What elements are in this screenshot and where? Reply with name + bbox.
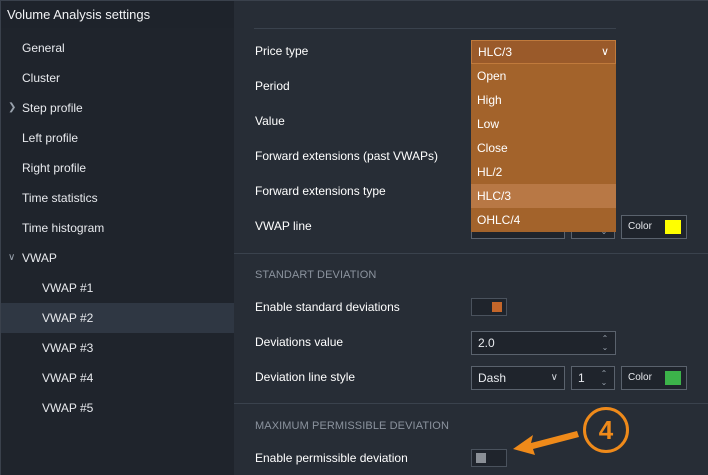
sidebar-item-label: Cluster [22,71,61,85]
price-type-label: Price type [255,44,309,58]
sidebar-item-vwap-1[interactable]: VWAP #1 [1,273,234,303]
annotation-number: 4 [583,407,629,453]
annotation-arrow-icon [513,431,579,455]
dropdown-option[interactable]: High [471,88,616,112]
title-bar: Volume Analysis settings [1,1,234,28]
forward-extensions-label: Forward extensions (past VWAPs) [255,149,438,163]
sidebar-item-label: VWAP #5 [42,401,94,415]
dropdown-option-highlighted[interactable]: HLC/3 [471,184,616,208]
chevron-down-icon: ∨ [600,46,609,58]
sidebar-item-label: VWAP #2 [42,311,94,325]
settings-window: Volume Analysis settings ✕ General Clust… [0,0,708,475]
sidebar-item-label: VWAP #4 [42,371,94,385]
dropdown-option[interactable]: OHLC/4 [471,208,616,232]
sidebar-item-vwap-4[interactable]: VWAP #4 [1,363,234,393]
dropdown-option[interactable]: Open [471,64,616,88]
enable-std-dev-label: Enable standard deviations [255,300,400,314]
forward-extensions-type-label: Forward extensions type [255,184,386,198]
spin-arrows-icon[interactable]: ⌃⌄ [598,369,610,387]
sidebar-item-vwap-3[interactable]: VWAP #3 [1,333,234,363]
sidebar-item-label: Time statistics [22,191,98,205]
color-swatch [665,220,681,234]
price-type-select[interactable]: HLC/3 ∨ [471,40,616,64]
settings-panel: Price type Period Value Forward extensio… [234,1,708,475]
sidebar-item-vwap-5[interactable]: VWAP #5 [1,393,234,423]
sidebar-item-general[interactable]: General [1,33,234,63]
sidebar-item-label: VWAP #3 [42,341,94,355]
deviation-line-style-select[interactable]: Dash ∨ [471,366,565,390]
sidebar-item-label: General [22,41,65,55]
toggle-knob [476,453,486,463]
scroll-top-strip [254,11,616,29]
enable-permissible-deviation-toggle[interactable] [471,449,507,467]
sidebar-item-cluster[interactable]: Cluster [1,63,234,93]
value-label: Value [255,114,285,128]
sidebar-item-label: Left profile [22,131,79,145]
sidebar-item-right-profile[interactable]: Right profile [1,153,234,183]
deviation-line-width-stepper[interactable]: 1 ⌃ ⌄ [571,366,615,390]
sidebar-item-time-histogram[interactable]: Time histogram [1,213,234,243]
sidebar-item-label: VWAP #1 [42,281,94,295]
deviations-value: 2.0 [478,336,495,350]
color-button-label: Color [628,221,652,232]
dropdown-option[interactable]: Low [471,112,616,136]
line-width-value: 1 [578,371,585,385]
window-title: Volume Analysis settings [7,7,151,22]
line-style-value: Dash [478,371,507,385]
deviation-line-style-label: Deviation line style [255,370,356,384]
section-divider [234,253,708,254]
price-type-dropdown-list: Open High Low Close HL/2 HLC/3 OHLC/4 [471,64,616,232]
color-swatch [665,371,681,385]
chevron-right-icon[interactable]: ❯ [8,93,16,123]
sidebar-item-step-profile[interactable]: ❯ Step profile [1,93,234,123]
enable-permissible-deviation-label: Enable permissible deviation [255,451,408,465]
section-title-max-deviation: MAXIMUM PERMISSIBLE DEVIATION [255,420,450,432]
spin-arrows-icon[interactable]: ⌃⌄ [599,334,611,352]
dropdown-option[interactable]: Close [471,136,616,160]
sidebar-item-vwap[interactable]: ∨ VWAP [1,243,234,273]
sidebar: General Cluster ❯ Step profile Left prof… [1,28,234,475]
price-type-value: HLC/3 [478,45,513,59]
deviation-color-button[interactable]: Color [621,366,687,390]
sidebar-item-time-statistics[interactable]: Time statistics [1,183,234,213]
deviations-value-label: Deviations value [255,335,344,349]
sidebar-item-vwap-2[interactable]: VWAP #2 [1,303,234,333]
sidebar-item-label: VWAP [22,251,57,265]
vwap-line-color-button[interactable]: Color [621,215,687,239]
sidebar-item-label: Right profile [22,161,87,175]
vwap-line-label: VWAP line [255,219,312,233]
period-label: Period [255,79,290,93]
section-title-standard-deviation: STANDART DEVIATION [255,269,377,281]
sidebar-item-left-profile[interactable]: Left profile [1,123,234,153]
deviations-value-stepper[interactable]: 2.0 ⌃ ⌄ [471,331,616,355]
section-divider [234,403,708,404]
sidebar-item-label: Time histogram [22,221,105,235]
toggle-knob [492,302,502,312]
sidebar-item-label: Step profile [22,101,83,115]
color-button-label: Color [628,372,652,383]
enable-std-dev-toggle[interactable] [471,298,507,316]
dropdown-option[interactable]: HL/2 [471,160,616,184]
chevron-down-icon[interactable]: ∨ [8,243,15,273]
chevron-down-icon: ∨ [550,372,558,383]
